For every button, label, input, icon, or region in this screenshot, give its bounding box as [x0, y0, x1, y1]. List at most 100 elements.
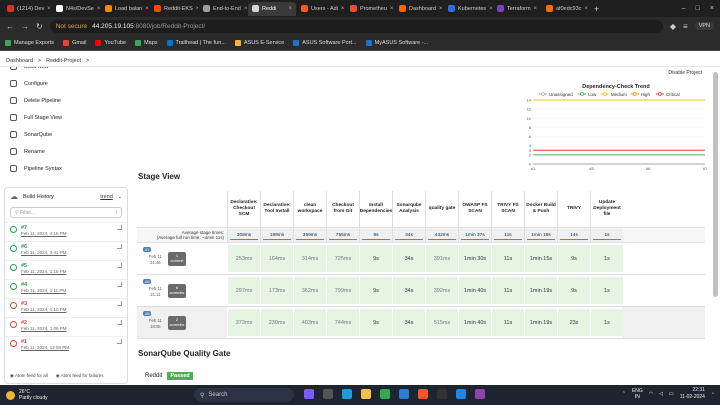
vscode-icon[interactable]: [456, 389, 466, 399]
stage-cell[interactable]: 515ms: [425, 307, 458, 338]
url-field[interactable]: Not secure 44.205.19.105:8080/job/Reddit…: [49, 19, 663, 33]
maximize-icon[interactable]: □: [696, 5, 700, 12]
stage-cell[interactable]: 34s: [392, 243, 425, 274]
bookmark-item[interactable]: Maps: [135, 39, 158, 46]
stage-cell[interactable]: 9s: [557, 275, 590, 306]
browser-tab[interactable]: Users - Adi ×: [297, 2, 345, 16]
browser-tab[interactable]: Kubernetes ×: [444, 2, 492, 16]
stage-cell[interactable]: 1min 19s: [524, 275, 557, 306]
file-explorer-icon[interactable]: [361, 389, 371, 399]
browser-tab[interactable]: Load balan ×: [101, 2, 149, 16]
build-history-row[interactable]: #1 Feb 11, 2024, 12:59 PM: [5, 336, 127, 355]
wifi-icon[interactable]: ◠: [649, 391, 653, 397]
stage-cell[interactable]: 362ms: [293, 275, 326, 306]
run-commits[interactable]: 2 commits: [168, 316, 186, 330]
vpn-button[interactable]: VPN: [694, 22, 714, 30]
build-history-row[interactable]: #2 Feb 11, 2024, 1:09 PM: [5, 317, 127, 336]
stage-cell[interactable]: 253ms: [227, 243, 260, 274]
build-filter-input[interactable]: ⚲ Filter... /: [10, 207, 122, 218]
store-icon[interactable]: [399, 389, 409, 399]
run-commits[interactable]: 6 commits: [168, 284, 186, 298]
battery-icon[interactable]: ▭: [669, 391, 674, 397]
trend-link[interactable]: trend: [100, 194, 113, 200]
browser-tab[interactable]: Terraform ×: [493, 2, 541, 16]
build-history-row[interactable]: #3 Feb 11, 2024, 1:10 PM: [5, 298, 127, 317]
stage-cell[interactable]: 1min 30s: [458, 243, 491, 274]
menu-icon[interactable]: ≡: [683, 22, 688, 31]
notification-icon[interactable]: ◔: [711, 391, 714, 397]
build-menu-icon[interactable]: [117, 282, 122, 287]
task-view-icon[interactable]: [323, 389, 333, 399]
browser-tab[interactable]: Reddit-EKS ×: [150, 2, 198, 16]
browser-tab[interactable]: End-to-End ×: [199, 2, 247, 16]
build-menu-icon[interactable]: [117, 263, 122, 268]
close-icon[interactable]: ×: [584, 6, 588, 12]
sidebar-item-pipeline-syntax[interactable]: Pipeline Syntax: [0, 160, 130, 177]
atom-feed-failures-link[interactable]: ◉ Atom feed for failures: [56, 373, 104, 379]
run-badge[interactable]: #5: [143, 311, 152, 316]
new-tab-icon[interactable]: +: [594, 4, 599, 14]
sonar-project-name[interactable]: Reddit: [145, 373, 162, 379]
run-badge[interactable]: #7: [143, 247, 152, 252]
stage-cell[interactable]: 1min 40s: [458, 275, 491, 306]
bookmark-item[interactable]: Gmail: [63, 39, 86, 46]
minimize-icon[interactable]: –: [682, 5, 686, 12]
build-menu-icon[interactable]: [117, 225, 122, 230]
stage-cell[interactable]: 1min 19s: [524, 307, 557, 338]
stage-cell[interactable]: 11s: [491, 307, 524, 338]
build-date[interactable]: Feb 11, 2024, 1:11 PM: [21, 288, 66, 293]
stage-cell[interactable]: 1min 40s: [458, 307, 491, 338]
build-menu-icon[interactable]: [117, 339, 122, 344]
close-icon[interactable]: ×: [196, 6, 198, 12]
build-menu-icon[interactable]: [117, 244, 122, 249]
disable-project-button[interactable]: Disable Project: [668, 70, 702, 76]
sidebar-item-build-now[interactable]: Build Now: [0, 67, 130, 75]
stage-cell[interactable]: 9s: [359, 275, 392, 306]
build-history-row[interactable]: #4 Feb 11, 2024, 1:11 PM: [5, 279, 127, 298]
build-date[interactable]: Feb 11, 2024, 1:09 PM: [21, 326, 66, 331]
browser-tab[interactable]: (1214) Dev ×: [3, 2, 51, 16]
build-history-row[interactable]: #6 Feb 11, 2024, 3:41 PM: [5, 241, 127, 260]
copilot-icon[interactable]: [304, 389, 314, 399]
browser-tab[interactable]: af0edc93c ×: [542, 2, 590, 16]
close-icon[interactable]: ×: [390, 6, 394, 12]
sidebar-item-sonarqube[interactable]: SonarQube: [0, 126, 130, 143]
chevron-down-icon[interactable]: ⌄: [118, 194, 122, 200]
bookmark-item[interactable]: YouTube: [95, 39, 126, 46]
close-icon[interactable]: ×: [489, 6, 492, 12]
weather-widget[interactable]: 26°C Partly cloudy: [6, 389, 48, 401]
stage-cell[interactable]: 9s: [557, 243, 590, 274]
bookmark-item[interactable]: ASUS E-Service: [234, 39, 284, 46]
taskbar-search[interactable]: ⚲ Search: [194, 388, 294, 402]
close-icon[interactable]: ×: [47, 6, 51, 12]
stage-cell[interactable]: 9s: [359, 307, 392, 338]
stage-cell[interactable]: 9s: [359, 243, 392, 274]
stage-cell[interactable]: 392ms: [425, 275, 458, 306]
browser-tab[interactable]: N4s/DevSe ×: [52, 2, 100, 16]
bookmark-item[interactable]: Trailhead | The fun...: [166, 39, 226, 46]
stage-cell[interactable]: 173ms: [260, 275, 293, 306]
stage-cell[interactable]: 799ms: [326, 275, 359, 306]
bookmark-item[interactable]: ASUS Software Port...: [293, 39, 357, 46]
speaker-icon[interactable]: ◁: [659, 391, 663, 397]
stage-cell[interactable]: 1s: [590, 243, 623, 274]
sidebar-item-rename[interactable]: Rename: [0, 143, 130, 160]
build-history-row[interactable]: #7 Feb 11, 2024, 4:16 PM: [5, 222, 127, 241]
stage-cell[interactable]: 297ms: [227, 275, 260, 306]
stage-cell[interactable]: 34s: [392, 307, 425, 338]
close-icon[interactable]: ×: [534, 6, 538, 12]
stage-cell[interactable]: 1s: [590, 275, 623, 306]
chrome-icon[interactable]: [380, 389, 390, 399]
build-menu-icon[interactable]: [117, 320, 122, 325]
build-menu-icon[interactable]: [117, 301, 122, 306]
browser-tab[interactable]: Dashboard ×: [395, 2, 443, 16]
browser-tab[interactable]: Reddi ×: [248, 1, 296, 16]
terminal-icon[interactable]: [437, 389, 447, 399]
stage-cell[interactable]: 725ms: [326, 243, 359, 274]
app-icon[interactable]: [475, 389, 485, 399]
atom-feed-all-link[interactable]: ◉ Atom feed for all: [10, 373, 48, 379]
stage-cell[interactable]: 373ms: [227, 307, 260, 338]
browser-tab[interactable]: Prometheu ×: [346, 2, 394, 16]
close-icon[interactable]: ×: [97, 6, 100, 12]
stage-cell[interactable]: 1min 15s: [524, 243, 557, 274]
